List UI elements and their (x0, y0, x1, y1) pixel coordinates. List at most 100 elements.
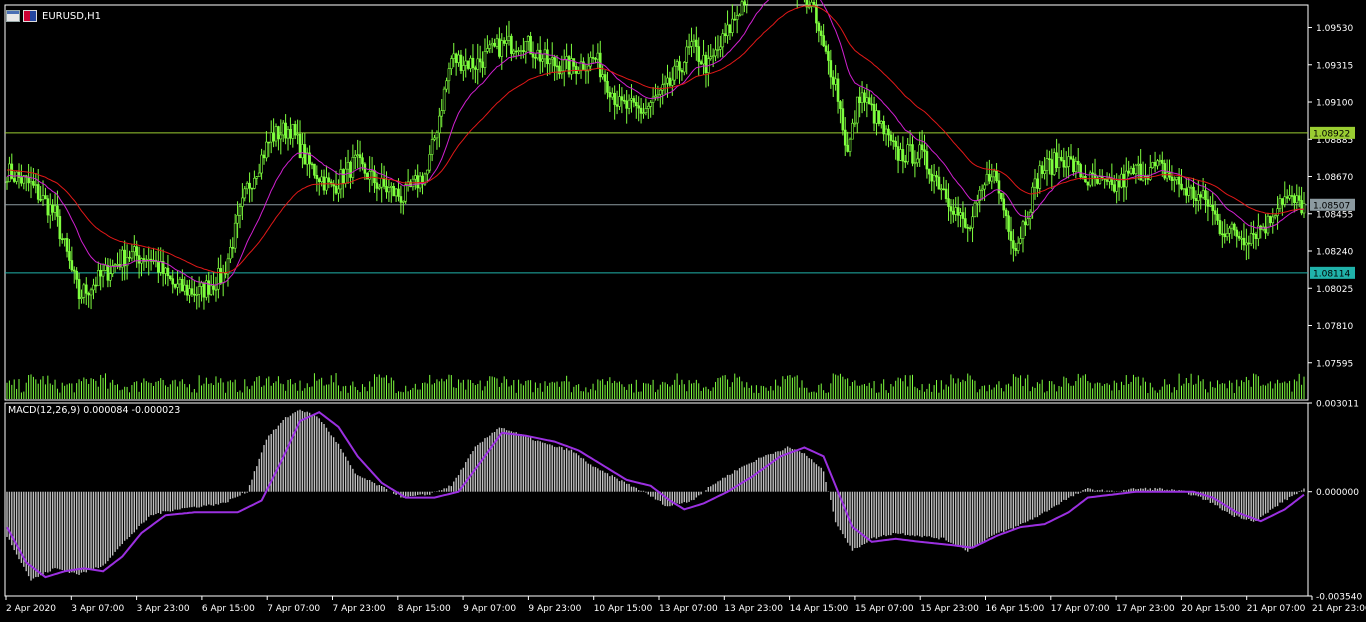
candle[interactable] (1158, 154, 1162, 166)
candle[interactable] (466, 60, 470, 71)
candle[interactable] (286, 126, 290, 151)
candle[interactable] (313, 163, 316, 179)
candle[interactable] (291, 123, 295, 148)
candle[interactable] (1009, 216, 1013, 255)
candle[interactable] (459, 49, 463, 74)
candle[interactable] (341, 168, 345, 198)
candle[interactable] (1209, 196, 1212, 208)
candle[interactable] (20, 164, 23, 187)
candle[interactable] (836, 72, 840, 114)
candle[interactable] (226, 253, 230, 287)
candle[interactable] (279, 119, 283, 155)
candle[interactable] (308, 145, 311, 179)
candle[interactable] (60, 233, 64, 244)
candle[interactable] (274, 123, 278, 147)
candle[interactable] (606, 72, 609, 100)
candle[interactable] (675, 59, 679, 79)
candle[interactable] (834, 64, 837, 91)
candle[interactable] (464, 48, 468, 78)
candle[interactable] (224, 261, 227, 279)
candle[interactable] (382, 165, 386, 190)
candle[interactable] (101, 263, 105, 288)
candle[interactable] (171, 270, 175, 294)
candle[interactable] (212, 271, 215, 296)
candle[interactable] (1117, 175, 1121, 201)
candle[interactable] (822, 24, 825, 48)
candle[interactable] (687, 33, 691, 55)
candle[interactable] (529, 31, 532, 55)
candle[interactable] (680, 68, 684, 81)
candle[interactable] (404, 181, 408, 205)
candle[interactable] (120, 246, 124, 281)
candle[interactable] (1257, 213, 1260, 247)
candle[interactable] (1048, 150, 1051, 175)
candle[interactable] (478, 45, 482, 73)
candle[interactable] (450, 55, 453, 76)
candle[interactable] (745, 0, 749, 14)
candle[interactable] (1242, 223, 1246, 251)
candle[interactable] (988, 159, 991, 185)
candle[interactable] (1173, 176, 1176, 193)
candle[interactable] (51, 199, 54, 221)
candle[interactable] (855, 96, 859, 133)
candle[interactable] (534, 53, 537, 69)
candle[interactable] (1028, 209, 1032, 230)
candle[interactable] (1221, 221, 1224, 248)
candle[interactable] (433, 134, 436, 142)
candle[interactable] (349, 160, 352, 189)
candle[interactable] (173, 283, 177, 290)
candle[interactable] (1153, 151, 1157, 173)
candle[interactable] (399, 185, 403, 214)
candle[interactable] (152, 247, 155, 265)
candle[interactable] (267, 141, 271, 158)
candle[interactable] (1216, 207, 1219, 225)
candle[interactable] (202, 281, 206, 310)
candle[interactable] (1129, 165, 1133, 176)
candle[interactable] (238, 203, 242, 229)
candle[interactable] (932, 164, 936, 194)
candle[interactable] (195, 286, 199, 310)
candle[interactable] (1115, 173, 1118, 204)
candle[interactable] (699, 59, 703, 66)
candle[interactable] (546, 38, 549, 76)
candle[interactable] (1067, 147, 1070, 179)
candle[interactable] (289, 117, 292, 145)
candle[interactable] (567, 54, 571, 78)
candle[interactable] (1100, 169, 1104, 181)
candle[interactable] (570, 43, 573, 80)
candle[interactable] (435, 130, 439, 150)
candle[interactable] (819, 25, 823, 46)
candle[interactable] (471, 44, 475, 80)
candle[interactable] (358, 140, 362, 172)
candle[interactable] (507, 20, 511, 46)
candle[interactable] (197, 276, 201, 308)
candle[interactable] (63, 237, 66, 247)
candle[interactable] (613, 85, 616, 120)
candle[interactable] (538, 36, 542, 74)
candle[interactable] (457, 50, 460, 67)
candle[interactable] (841, 99, 845, 136)
candle[interactable] (123, 240, 126, 281)
candle[interactable] (394, 188, 398, 202)
candle[interactable] (15, 171, 18, 185)
candle[interactable] (584, 63, 588, 84)
candle[interactable] (942, 176, 946, 191)
candle[interactable] (740, 0, 744, 16)
candle[interactable] (387, 180, 391, 202)
candle[interactable] (454, 52, 458, 76)
candle[interactable] (1245, 228, 1248, 261)
candle[interactable] (265, 131, 268, 162)
candle[interactable] (142, 248, 146, 271)
candle[interactable] (1194, 190, 1198, 215)
candle[interactable] (851, 118, 854, 140)
candle[interactable] (1007, 210, 1010, 240)
candle[interactable] (490, 37, 494, 53)
candle[interactable] (111, 259, 114, 278)
candle[interactable] (193, 279, 196, 303)
candle[interactable] (620, 87, 624, 114)
candle[interactable] (1002, 193, 1006, 218)
candle[interactable] (985, 161, 989, 186)
candle[interactable] (894, 136, 897, 160)
candle[interactable] (956, 196, 960, 228)
candle[interactable] (1247, 235, 1251, 260)
